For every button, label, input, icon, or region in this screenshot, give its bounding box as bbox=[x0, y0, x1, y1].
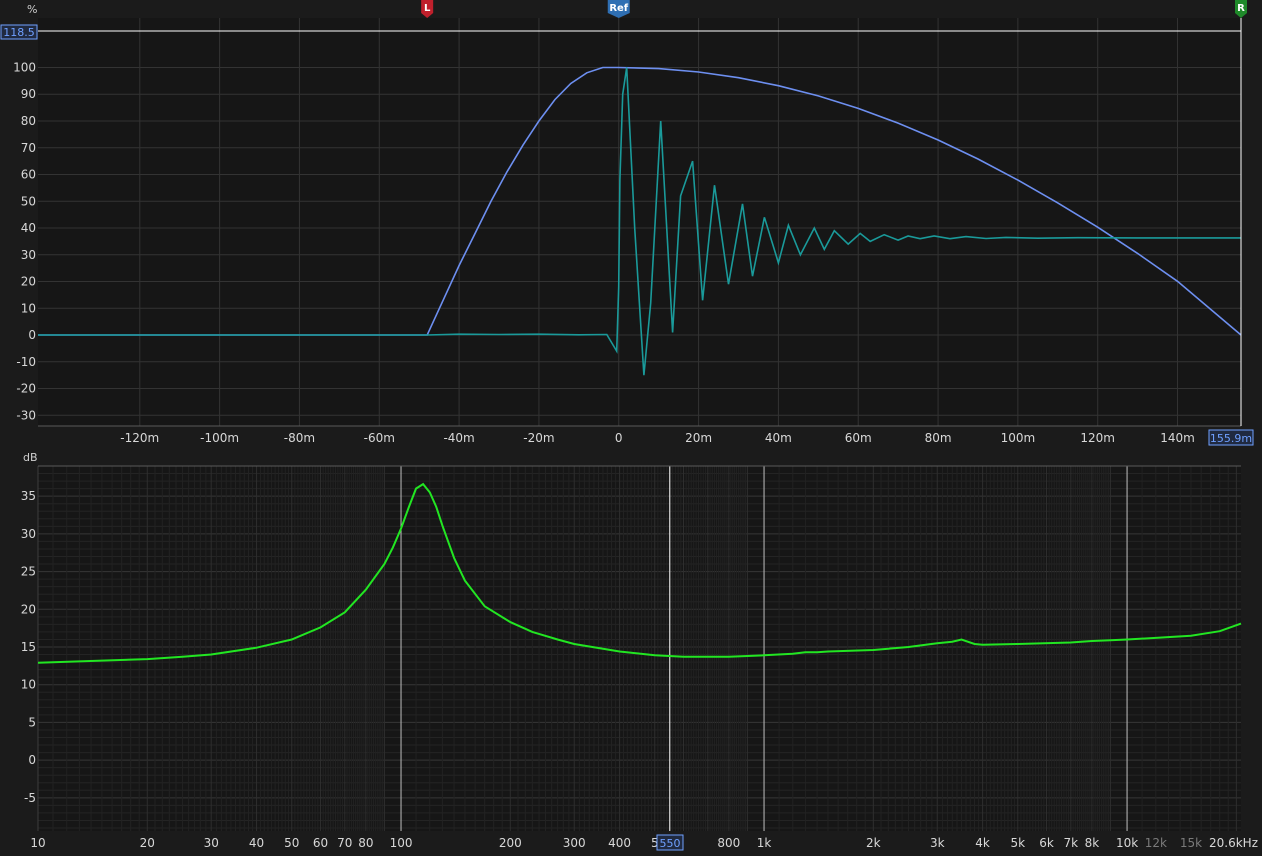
x-tick-label: 7k bbox=[1064, 836, 1079, 850]
x-tick-label: 80 bbox=[358, 836, 373, 850]
x-tick-label: 140m bbox=[1160, 431, 1195, 445]
x-tick-label: 60 bbox=[313, 836, 328, 850]
x-tick-label: 60m bbox=[845, 431, 872, 445]
x-tick-label: 120m bbox=[1080, 431, 1115, 445]
x-tick-label: 100 bbox=[390, 836, 413, 850]
impulse-y-axis: 1009080706050403020100-10-20-30 bbox=[13, 60, 36, 422]
frequency-plot[interactable]: 35302520151050-5 10 20 30 40 50 60 70 80 100 200 3… bbox=[21, 451, 1258, 851]
x-tick-label: -20m bbox=[523, 431, 554, 445]
x-tick-label: -40m bbox=[443, 431, 474, 445]
x-tick-label: 10k bbox=[1116, 836, 1138, 850]
x-tick-label: 4k bbox=[975, 836, 990, 850]
y-tick-label: 100 bbox=[13, 60, 36, 74]
x-tick-label: 0 bbox=[615, 431, 623, 445]
y-tick-label: 30 bbox=[21, 248, 36, 262]
y-tick-label: 90 bbox=[21, 87, 36, 101]
x-tick-label: 20 bbox=[140, 836, 155, 850]
y-tick-label: 70 bbox=[21, 141, 36, 155]
y-tick-label: 0 bbox=[28, 753, 36, 767]
x-tick-label: 20m bbox=[685, 431, 712, 445]
x-tick-label: 8k bbox=[1085, 836, 1100, 850]
x-tick-label: 200 bbox=[499, 836, 522, 850]
x-tick-label: 20.6kHz bbox=[1209, 836, 1258, 850]
cursor-readout: 550 bbox=[660, 837, 681, 850]
x-tick-label: -80m bbox=[284, 431, 315, 445]
x-tick-label: -120m bbox=[120, 431, 159, 445]
y-tick-label: 20 bbox=[21, 602, 36, 616]
x-tick-label: 2k bbox=[866, 836, 881, 850]
y-tick-label: 50 bbox=[21, 194, 36, 208]
y-tick-label: -10 bbox=[16, 355, 36, 369]
x-tick-label: -100m bbox=[200, 431, 239, 445]
x-tick-label: 50 bbox=[284, 836, 299, 850]
marker-label: Ref bbox=[609, 3, 628, 14]
x-tick-label: 30 bbox=[204, 836, 219, 850]
y-tick-label: -20 bbox=[16, 382, 36, 396]
x-tick-label: 12k bbox=[1145, 836, 1167, 850]
impulse-y-unit: % bbox=[27, 3, 37, 16]
impulse-x-axis: -120m -100m -80m -60m -40m -20m 0 20m 40m 60m 80m 1… bbox=[120, 431, 1195, 445]
frequency-y-unit: dB bbox=[23, 451, 38, 464]
y-tick-label: -30 bbox=[16, 408, 36, 422]
y-tick-label: 60 bbox=[21, 168, 36, 182]
y-tick-label: 10 bbox=[21, 301, 36, 315]
x-tick-label: -60m bbox=[364, 431, 395, 445]
impulse-plot[interactable]: 1009080706050403020100-10-20-30 -120m -10… bbox=[0, 0, 1254, 446]
x-tick-label: 40 bbox=[249, 836, 264, 850]
marker-l[interactable]: L bbox=[421, 0, 434, 18]
x-tick-label: 70 bbox=[337, 836, 352, 850]
marker-label: L bbox=[424, 3, 431, 14]
marker-ref[interactable]: Ref bbox=[607, 0, 630, 18]
x-tick-label: 400 bbox=[608, 836, 631, 850]
chart-canvas: 1009080706050403020100-10-20-30 -120m -10… bbox=[0, 0, 1258, 851]
x-tick-label: 3k bbox=[930, 836, 945, 850]
x-tick-label: 5k bbox=[1010, 836, 1025, 850]
x-tick-label: 10 bbox=[30, 836, 45, 850]
y-tick-label: 20 bbox=[21, 275, 36, 289]
marker-label: R bbox=[1237, 3, 1245, 14]
y-tick-label: 0 bbox=[28, 328, 36, 342]
x-tick-label: 15k bbox=[1180, 836, 1202, 850]
y-tick-label: 25 bbox=[21, 565, 36, 579]
x-tick-label: 100m bbox=[1001, 431, 1036, 445]
x-tick-label: 6k bbox=[1039, 836, 1054, 850]
frequency-y-axis: 35 30 25 20 15 10 5 0 -5 bbox=[21, 489, 36, 805]
frequency-x-axis: 10 20 30 40 50 60 70 80 100 200 300 400 5 800 1k 2k 3k 4k… bbox=[30, 836, 1258, 850]
x-tick-label: 1k bbox=[757, 836, 772, 850]
y-tick-label: 10 bbox=[21, 678, 36, 692]
y-tick-label: -5 bbox=[24, 791, 36, 805]
impulse-plot-area bbox=[38, 18, 1241, 426]
frequency-plot-area bbox=[38, 466, 1241, 831]
x-tick-label: 40m bbox=[765, 431, 792, 445]
y-top-readout: 118.5 bbox=[3, 26, 35, 39]
y-tick-label: 40 bbox=[21, 221, 36, 235]
y-tick-label: 80 bbox=[21, 114, 36, 128]
y-tick-label: 5 bbox=[28, 715, 36, 729]
y-tick-label: 35 bbox=[21, 489, 36, 503]
x-right-readout: 155.9m bbox=[1210, 432, 1252, 445]
y-tick-label: 30 bbox=[21, 527, 36, 541]
y-tick-label: 15 bbox=[21, 640, 36, 654]
x-tick-label: 80m bbox=[925, 431, 952, 445]
x-tick-label: 300 bbox=[563, 836, 586, 850]
x-tick-label: 800 bbox=[717, 836, 740, 850]
